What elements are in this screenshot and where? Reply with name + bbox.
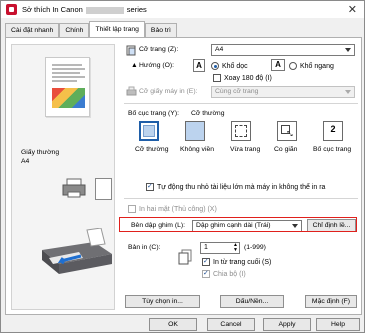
rotate-180-checkbox[interactable] bbox=[213, 74, 221, 82]
small-printer-icon bbox=[62, 178, 86, 198]
layout-option-fit[interactable]: Vừa trang bbox=[230, 146, 260, 153]
layout-page-layout-icon[interactable]: 2 bbox=[323, 121, 343, 141]
layout-borderless-icon[interactable] bbox=[185, 121, 205, 141]
print-last-page-option[interactable]: In từ trang cuối (S) bbox=[202, 257, 272, 266]
landscape-option[interactable]: Khổ ngang bbox=[289, 62, 334, 70]
page-size-label: Cỡ trang (Z): bbox=[139, 46, 179, 53]
collate-checkbox[interactable] bbox=[202, 269, 210, 278]
printer-paper-label: Cỡ giấy máy in (E): bbox=[139, 88, 198, 95]
duplex-checkbox[interactable] bbox=[128, 205, 136, 213]
layout-page-number: 2 bbox=[330, 124, 336, 134]
collate-option[interactable]: Chia bộ (I) bbox=[202, 269, 246, 278]
defaults-button[interactable]: Mặc định (F) bbox=[305, 295, 357, 308]
chevron-down-icon bbox=[345, 90, 351, 94]
landscape-label: Khổ ngang bbox=[300, 62, 334, 70]
page-setup-panel: Giấy thường A4 Cỡ trang (Z): A4 ▲ Hướng … bbox=[5, 37, 362, 315]
spinner-arrows-icon[interactable]: ▲ ▼ bbox=[233, 243, 238, 253]
collate-label: Chia bộ (I) bbox=[213, 270, 246, 278]
page-size-icon bbox=[126, 45, 136, 56]
auto-reduce-label: Tự động thu nhỏ tài liệu lớn mà máy in k… bbox=[157, 183, 326, 191]
print-last-page-label: In từ trang cuối (S) bbox=[213, 258, 272, 266]
rotate-180-label: Xoay 180 độ (I) bbox=[224, 74, 272, 82]
layout-option-scaled[interactable]: Co giãn bbox=[274, 146, 297, 153]
page-preview-thumbnail bbox=[45, 57, 90, 117]
printer-app-icon bbox=[6, 4, 17, 15]
page-layout-current: Cỡ thường bbox=[191, 110, 225, 117]
copies-range: (1-999) bbox=[244, 244, 266, 251]
tab-quick-setup[interactable]: Cài đặt nhanh bbox=[5, 23, 60, 37]
portrait-option[interactable]: Khổ dọc bbox=[211, 62, 248, 70]
apply-button[interactable]: Apply bbox=[263, 318, 311, 331]
printer-illustration bbox=[42, 228, 112, 274]
printer-paper-value: Cùng cỡ trang bbox=[215, 88, 259, 95]
layout-option-page-layout[interactable]: Bố cục trang bbox=[313, 146, 351, 153]
preview-pane: Giấy thường A4 bbox=[11, 44, 115, 310]
layout-option-normal[interactable]: Cỡ thường bbox=[135, 146, 169, 153]
page-size-dropdown[interactable]: A4 bbox=[211, 44, 355, 56]
close-icon[interactable]: ✕ bbox=[348, 3, 357, 16]
tab-main[interactable]: Chính bbox=[59, 23, 90, 37]
cancel-button[interactable]: Cancel bbox=[207, 318, 255, 331]
landscape-radio[interactable] bbox=[289, 62, 297, 70]
divider bbox=[124, 103, 358, 104]
printer-paper-dropdown[interactable]: Cùng cỡ trang bbox=[211, 86, 355, 98]
layout-option-borderless[interactable]: Không viền bbox=[180, 146, 214, 153]
duplex-option[interactable]: In hai mặt (Thủ công) (X) bbox=[128, 205, 217, 213]
tab-strip: Cài đặt nhanh Chính Thiết lập trang Bảo … bbox=[5, 21, 177, 37]
print-options-button[interactable]: Tùy chọn in... bbox=[125, 295, 200, 308]
ok-button[interactable]: OK bbox=[149, 318, 197, 331]
printer-paper-icon bbox=[126, 86, 137, 96]
paper-sheet-icon bbox=[95, 178, 112, 200]
page-size-value: A4 bbox=[215, 46, 224, 53]
copies-stack-icon bbox=[178, 249, 192, 265]
layout-scaled-icon[interactable]: ⤡ bbox=[277, 121, 297, 141]
layout-fit-to-page-icon[interactable] bbox=[231, 121, 251, 141]
copies-value: 1 bbox=[204, 244, 208, 251]
print-last-page-checkbox[interactable] bbox=[202, 257, 210, 266]
copies-input[interactable]: 1 ▲ ▼ bbox=[200, 242, 240, 254]
landscape-orientation-icon: A bbox=[271, 59, 285, 71]
tab-maintenance[interactable]: Bảo trì bbox=[144, 23, 177, 37]
chevron-down-icon bbox=[345, 48, 351, 52]
model-name-redaction bbox=[85, 6, 124, 14]
auto-reduce-checkbox[interactable] bbox=[146, 182, 154, 191]
page-layout-label: Bố cục trang (Y): bbox=[128, 110, 179, 117]
portrait-orientation-icon: A bbox=[193, 59, 205, 72]
copies-label: Bản in (C): bbox=[128, 244, 161, 251]
portrait-radio[interactable] bbox=[211, 62, 219, 70]
help-button[interactable]: Help bbox=[316, 318, 360, 331]
stamp-background-button[interactable]: Dấu/Nền... bbox=[220, 295, 284, 308]
divider bbox=[124, 198, 358, 199]
tab-page-setup[interactable]: Thiết lập trang bbox=[89, 21, 145, 37]
window-title: Sở thích In Canon series bbox=[22, 5, 147, 14]
printer-preferences-window: Sở thích In Canon series ✕ Cài đặt nhanh … bbox=[0, 0, 365, 333]
duplex-label: In hai mặt (Thủ công) (X) bbox=[139, 205, 217, 213]
staple-side-highlight bbox=[119, 217, 357, 232]
orientation-label: Hướng (O): bbox=[139, 62, 175, 69]
orientation-bullet: ▲ bbox=[131, 62, 138, 69]
preview-paper-name: Giấy thường bbox=[21, 149, 60, 156]
preview-paper-size: A4 bbox=[21, 158, 30, 165]
layout-normal-icon[interactable] bbox=[139, 121, 159, 141]
auto-reduce-option[interactable]: Tự động thu nhỏ tài liệu lớn mà máy in k… bbox=[146, 182, 326, 191]
title-bar: Sở thích In Canon series ✕ bbox=[1, 1, 364, 18]
portrait-label: Khổ dọc bbox=[222, 62, 248, 70]
rotate-180-option[interactable]: Xoay 180 độ (I) bbox=[213, 74, 272, 82]
